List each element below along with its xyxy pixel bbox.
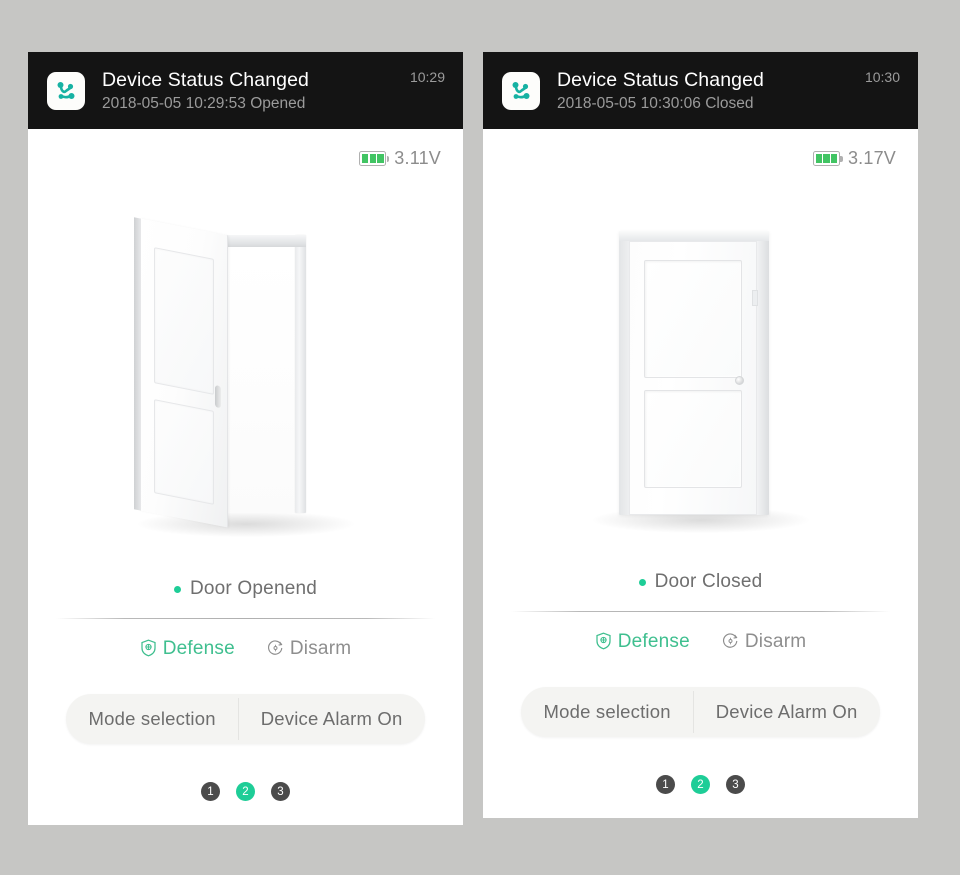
door-handle-icon	[214, 384, 221, 408]
segmented-control: Mode selection Device Alarm On	[521, 687, 880, 737]
open-door-illustration	[28, 169, 463, 578]
mode-selection-button[interactable]: Mode selection	[521, 687, 692, 737]
notification-title: Device Status Changed	[557, 68, 764, 91]
device-panel-door-opened: Device Status Changed 2018-05-05 10:29:5…	[28, 52, 463, 825]
segmented-control-wrap: Mode selection Device Alarm On	[483, 653, 918, 737]
shield-icon	[595, 632, 612, 653]
pagination-dot-3[interactable]: 3	[271, 782, 290, 801]
mode-defense-label: Defense	[617, 631, 690, 652]
mode-selection-button[interactable]: Mode selection	[66, 694, 237, 744]
disarm-circle-icon	[722, 632, 739, 653]
notification-time: 10:30	[864, 69, 900, 85]
device-network-icon	[47, 71, 85, 110]
notification-subtitle: 2018-05-05 10:29:53 Opened	[102, 94, 306, 112]
disarm-circle-icon	[267, 639, 284, 660]
device-alarm-button[interactable]: Device Alarm On	[239, 694, 425, 744]
notification-time: 10:29	[409, 69, 445, 85]
door-leaf	[133, 216, 228, 528]
mode-row: Defense Disarm	[483, 612, 918, 653]
battery-status-row: 3.17V	[483, 129, 918, 169]
panel-body: 3.17V Door Closed Defense Disarm Mode se…	[483, 129, 918, 818]
battery-voltage-label: 3.17V	[847, 148, 896, 168]
notification-text: Device Status Changed 2018-05-05 10:29:5…	[102, 68, 402, 114]
device-alarm-button[interactable]: Device Alarm On	[694, 687, 880, 737]
mode-defense-button[interactable]: Defense	[140, 638, 235, 660]
pagination-dot-3[interactable]: 3	[726, 775, 745, 794]
pagination: 1 2 3	[28, 744, 463, 801]
status-label: Door Openend	[189, 578, 318, 599]
notification-banner[interactable]: Device Status Changed 2018-05-05 10:29:5…	[28, 52, 463, 129]
segmented-control: Mode selection Device Alarm On	[66, 694, 425, 744]
battery-full-icon	[359, 151, 389, 166]
segmented-control-wrap: Mode selection Device Alarm On	[28, 660, 463, 744]
mode-disarm-button[interactable]: Disarm	[722, 631, 806, 653]
mode-row: Defense Disarm	[28, 619, 463, 660]
notification-banner[interactable]: Device Status Changed 2018-05-05 10:30:0…	[483, 52, 918, 129]
mode-disarm-label: Disarm	[289, 638, 352, 659]
door-knob-icon	[734, 376, 744, 385]
closed-door-illustration	[483, 169, 918, 571]
mode-defense-button[interactable]: Defense	[595, 631, 690, 653]
door-leaf	[628, 241, 758, 515]
door-status: Door Closed	[483, 571, 918, 611]
status-indicator-dot	[638, 578, 646, 586]
battery-voltage-label: 3.11V	[394, 148, 441, 168]
device-panel-door-closed: Device Status Changed 2018-05-05 10:30:0…	[483, 52, 918, 818]
status-label: Door Closed	[654, 571, 763, 592]
pagination-dot-1[interactable]: 1	[201, 782, 220, 801]
notification-title: Device Status Changed	[102, 68, 309, 91]
shield-icon	[140, 639, 157, 660]
mode-disarm-label: Disarm	[744, 631, 807, 652]
battery-status-row: 3.11V	[28, 129, 463, 169]
notification-subtitle: 2018-05-05 10:30:06 Closed	[557, 94, 754, 112]
pagination-dot-2[interactable]: 2	[691, 775, 710, 794]
pagination-dot-1[interactable]: 1	[656, 775, 675, 794]
mode-disarm-button[interactable]: Disarm	[267, 638, 351, 660]
pagination-dot-2[interactable]: 2	[236, 782, 255, 801]
status-indicator-dot	[173, 585, 181, 593]
pagination: 1 2 3	[483, 737, 918, 794]
door-frame	[618, 231, 769, 515]
device-network-icon	[502, 71, 540, 110]
mode-defense-label: Defense	[162, 638, 235, 659]
screenshot-stage: Device Status Changed 2018-05-05 10:29:5…	[0, 0, 960, 875]
door-status: Door Openend	[28, 578, 463, 618]
battery-full-icon	[812, 151, 843, 166]
notification-text: Device Status Changed 2018-05-05 10:30:0…	[557, 68, 857, 114]
door-latch-icon	[751, 290, 758, 306]
panel-body: 3.11V Door Openend Defense Disarm Mode s…	[28, 129, 463, 825]
